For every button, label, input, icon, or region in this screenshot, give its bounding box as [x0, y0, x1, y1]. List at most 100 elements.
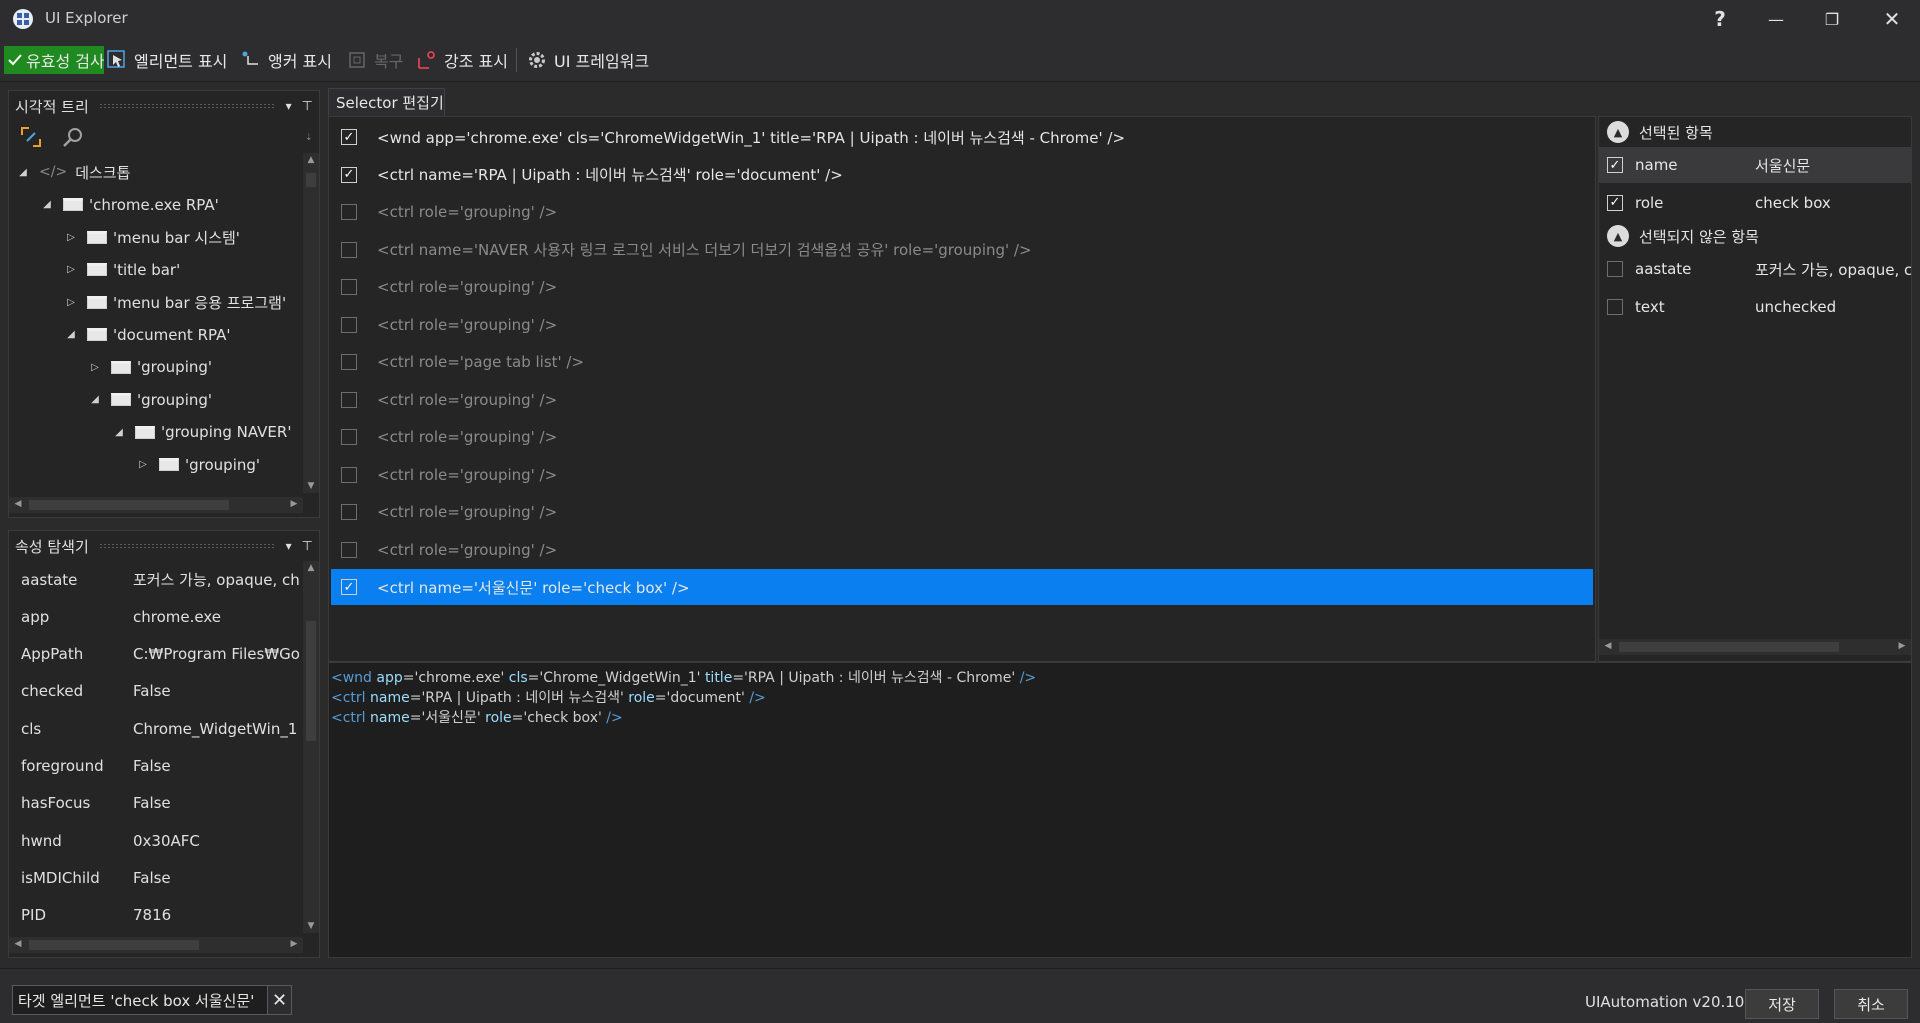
- collapsed-arrow-icon[interactable]: ▷: [89, 361, 101, 373]
- checked-checkbox[interactable]: ✓: [341, 129, 357, 145]
- collapse-icon[interactable]: ▲: [1607, 121, 1629, 143]
- collapsed-arrow-icon[interactable]: ▷: [65, 296, 77, 308]
- tree-node[interactable]: ▷ 'menu bar 시스템': [65, 222, 240, 252]
- expanded-arrow-icon[interactable]: ◢: [89, 394, 101, 406]
- scroll-up-icon[interactable]: ▲: [304, 155, 318, 165]
- selector-node-row[interactable]: <ctrl role='grouping' />: [331, 419, 1593, 455]
- selector-preview[interactable]: <wnd app='chrome.exe' cls='Chrome_Widget…: [328, 662, 1912, 958]
- selector-node-row[interactable]: <ctrl role='grouping' />: [331, 532, 1593, 568]
- tree-node[interactable]: ▷ 'title bar': [65, 255, 180, 285]
- tree-node[interactable]: ▷ 'grouping': [89, 352, 212, 382]
- attribute-row[interactable]: aastate 포커스 가능, opaque, checkable: [1599, 251, 1911, 287]
- tree-node[interactable]: ◢ 'document RPA': [65, 320, 230, 350]
- dropdown-icon[interactable]: ▾: [286, 99, 292, 113]
- repair-button[interactable]: 복구: [346, 46, 403, 74]
- unchecked-checkbox[interactable]: [341, 204, 357, 220]
- property-row[interactable]: cls Chrome_WidgetWin_1: [9, 710, 299, 747]
- scroll-left-icon[interactable]: ◀: [11, 939, 25, 949]
- selected-attributes-header[interactable]: ▲ 선택된 항목: [1607, 117, 1713, 147]
- scroll-right-icon[interactable]: ▶: [287, 499, 301, 509]
- indicate-element-button[interactable]: 엘리먼트 표시: [106, 46, 227, 74]
- expanded-arrow-icon[interactable]: ◢: [17, 166, 29, 178]
- refresh-icon[interactable]: [19, 125, 43, 153]
- tab-selector-editor[interactable]: Selector 편집기: [328, 88, 445, 116]
- unchecked-checkbox[interactable]: [341, 279, 357, 295]
- minimize-button[interactable]: —: [1748, 0, 1804, 38]
- selector-node-row[interactable]: <ctrl role='page tab list' />: [331, 344, 1593, 380]
- expanded-arrow-icon[interactable]: ◢: [41, 199, 53, 211]
- search-icon[interactable]: [61, 125, 85, 153]
- attribute-row[interactable]: ✓ role check box: [1599, 185, 1911, 221]
- property-vertical-scrollbar[interactable]: ▲ ▼: [303, 561, 319, 933]
- scroll-down-icon[interactable]: ▼: [304, 921, 318, 931]
- help-button[interactable]: ?: [1692, 0, 1748, 38]
- scroll-thumb[interactable]: [29, 500, 229, 510]
- property-row[interactable]: AppPath C:₩Program Files₩Google₩Chrome: [9, 636, 299, 673]
- selector-node-row[interactable]: <ctrl role='grouping' />: [331, 269, 1593, 305]
- property-row[interactable]: foreground False: [9, 748, 299, 785]
- scroll-right-icon[interactable]: ▶: [1895, 641, 1909, 651]
- property-row[interactable]: PID 7816: [9, 897, 299, 933]
- cancel-button[interactable]: 취소: [1834, 989, 1908, 1019]
- scroll-left-icon[interactable]: ◀: [1601, 641, 1615, 651]
- property-row[interactable]: aastate 포커스 가능, opaque, checkable: [9, 561, 299, 598]
- property-horizontal-scrollbar[interactable]: ◀ ▶: [9, 937, 303, 953]
- attribute-row[interactable]: text unchecked: [1599, 289, 1911, 325]
- tree-node[interactable]: ◢ 'chrome.exe RPA': [41, 190, 219, 220]
- selector-node-row[interactable]: <ctrl name='NAVER 사용자 링크 로그인 서비스 더보기 더보기…: [331, 232, 1593, 268]
- save-button[interactable]: 저장: [1745, 989, 1819, 1019]
- unchecked-checkbox[interactable]: [341, 504, 357, 520]
- pin-icon[interactable]: ⊤: [302, 539, 313, 554]
- unchecked-checkbox[interactable]: [1607, 261, 1623, 277]
- scroll-thumb[interactable]: [306, 621, 316, 741]
- tree-node[interactable]: ▷ 'menu bar 응용 프로그램': [65, 287, 286, 317]
- selector-node-row[interactable]: <ctrl role='grouping' />: [331, 382, 1593, 418]
- unchecked-checkbox[interactable]: [341, 241, 357, 258]
- tree-filter-icon[interactable]: ⇣: [305, 133, 313, 143]
- selector-node-row[interactable]: <ctrl role='grouping' />: [331, 194, 1593, 230]
- unchecked-checkbox[interactable]: [341, 466, 357, 483]
- attribute-row[interactable]: ✓ name 서울신문: [1599, 147, 1911, 183]
- selector-node-row[interactable]: ✓ <ctrl name='서울신문' role='check box' />: [331, 569, 1593, 605]
- scroll-up-icon[interactable]: ▲: [304, 563, 318, 573]
- panel-grip[interactable]: [98, 543, 276, 549]
- scroll-thumb[interactable]: [29, 940, 199, 950]
- property-row[interactable]: checked False: [9, 673, 299, 710]
- collapsed-arrow-icon[interactable]: ▷: [137, 459, 149, 471]
- checked-checkbox[interactable]: ✓: [341, 579, 357, 595]
- collapsed-arrow-icon[interactable]: ▷: [65, 264, 77, 276]
- highlight-button[interactable]: 강조 표시: [416, 46, 508, 74]
- tree-node[interactable]: ◢ 'grouping': [89, 385, 212, 415]
- panel-grip[interactable]: [98, 103, 276, 109]
- tree-node[interactable]: ◢ 'grouping NAVER': [113, 417, 291, 447]
- property-row[interactable]: hwnd 0x30AFC: [9, 822, 299, 859]
- restore-button[interactable]: ❐: [1804, 0, 1860, 38]
- expanded-arrow-icon[interactable]: ◢: [113, 426, 125, 438]
- pin-icon[interactable]: ⊤: [302, 99, 313, 114]
- unchecked-checkbox[interactable]: [341, 429, 357, 445]
- clear-target-button[interactable]: ✕: [267, 986, 291, 1014]
- scroll-left-icon[interactable]: ◀: [11, 499, 25, 509]
- selector-node-row[interactable]: ✓ <ctrl name='RPA | Uipath : 네이버 뉴스검색' ro…: [331, 157, 1593, 193]
- selector-node-row[interactable]: <ctrl role='grouping' />: [331, 457, 1593, 493]
- indicate-anchor-button[interactable]: 앵커 표시: [240, 46, 332, 74]
- selector-node-row[interactable]: <ctrl role='grouping' />: [331, 494, 1593, 530]
- ui-framework-button[interactable]: UI 프레임워크: [526, 46, 649, 74]
- validate-button[interactable]: 유효성 검사: [4, 46, 104, 74]
- unselected-attributes-header[interactable]: ▲ 선택되지 않은 항목: [1607, 221, 1759, 251]
- checked-checkbox[interactable]: ✓: [1607, 157, 1623, 173]
- checked-checkbox[interactable]: ✓: [341, 166, 357, 183]
- scroll-thumb[interactable]: [306, 173, 316, 187]
- unchecked-checkbox[interactable]: [1607, 298, 1623, 315]
- scroll-down-icon[interactable]: ▼: [304, 481, 318, 491]
- collapsed-arrow-icon[interactable]: ▷: [65, 231, 77, 243]
- dropdown-icon[interactable]: ▾: [286, 539, 292, 553]
- collapse-icon[interactable]: ▲: [1607, 225, 1629, 247]
- tree-node[interactable]: ▷ 'grouping': [137, 450, 260, 480]
- expanded-arrow-icon[interactable]: ◢: [65, 329, 77, 341]
- scroll-right-icon[interactable]: ▶: [287, 939, 301, 949]
- unchecked-checkbox[interactable]: [341, 316, 357, 333]
- unchecked-checkbox[interactable]: [341, 354, 357, 370]
- unchecked-checkbox[interactable]: [341, 391, 357, 408]
- checked-checkbox[interactable]: ✓: [1607, 194, 1623, 211]
